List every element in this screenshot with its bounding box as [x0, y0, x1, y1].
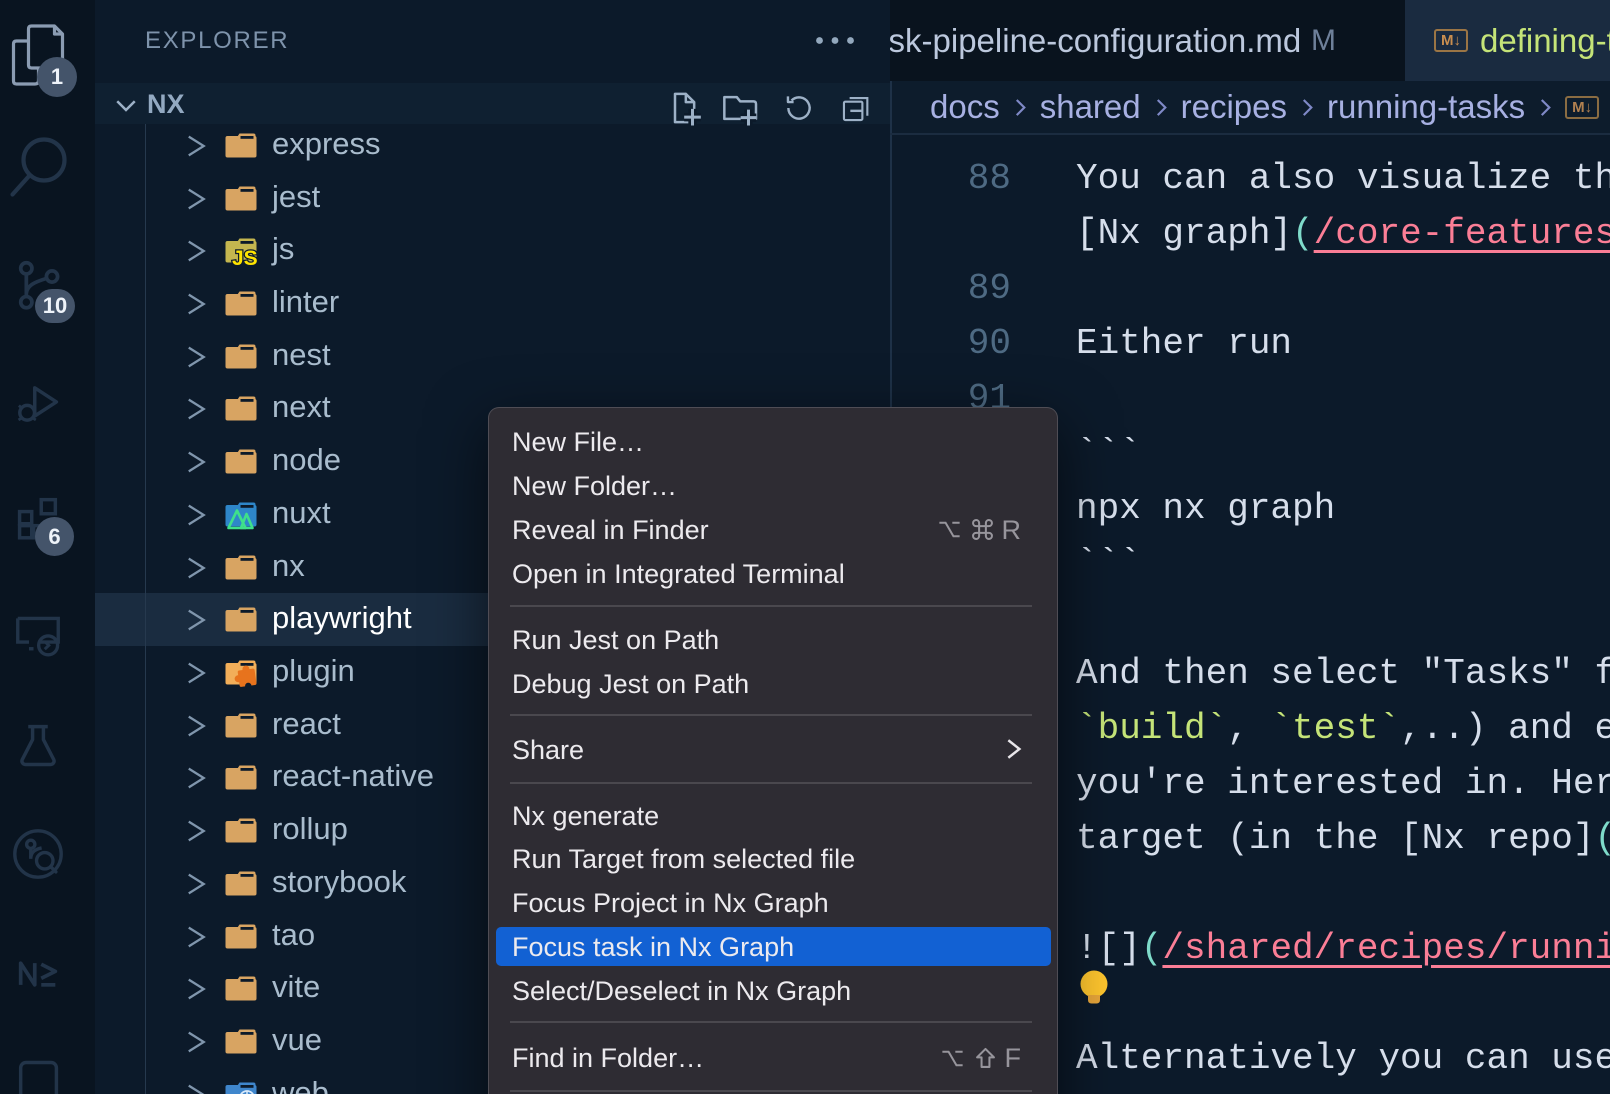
svg-text:JS: JS [232, 247, 258, 267]
